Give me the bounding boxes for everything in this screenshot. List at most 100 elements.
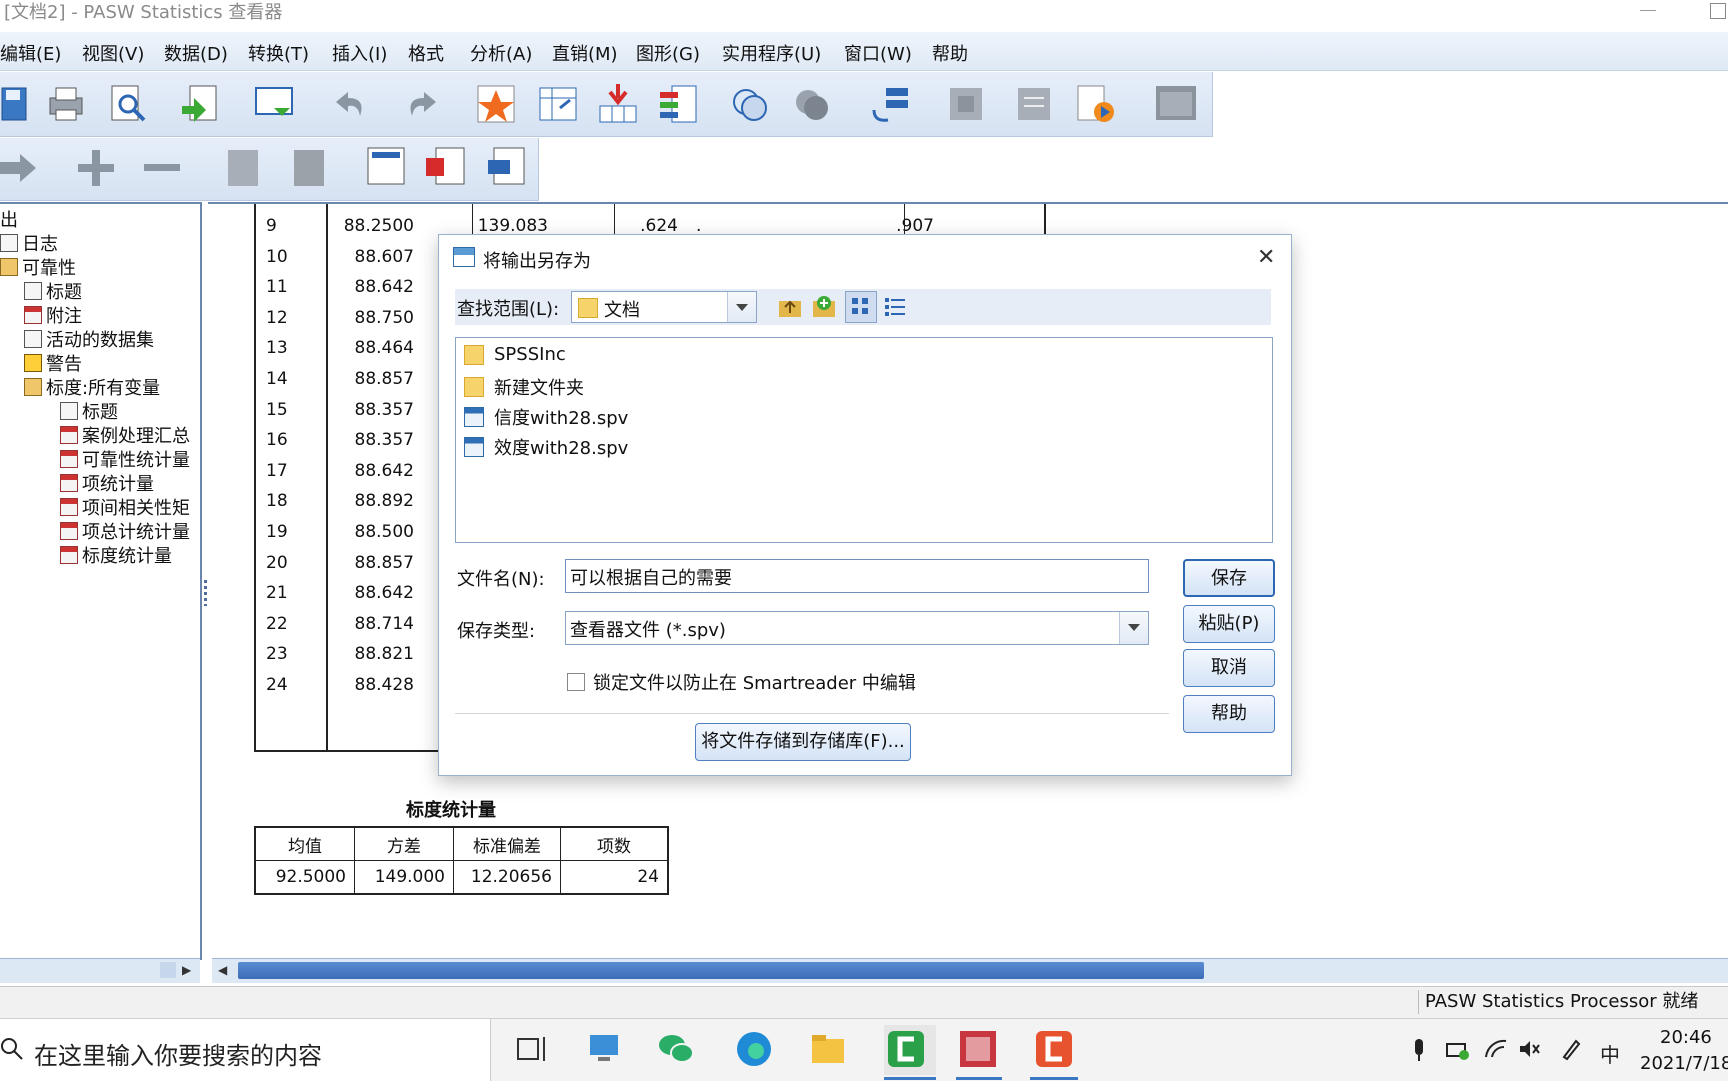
tree-horizontal-scrollbar[interactable]: ▶ xyxy=(0,958,200,983)
menu-insert[interactable]: 插入(I) xyxy=(332,40,387,66)
splitter-grip[interactable] xyxy=(204,580,207,606)
insert-title-icon[interactable] xyxy=(424,144,468,188)
store-to-repository-button[interactable]: 将文件存储到存储库(F)... xyxy=(695,723,911,761)
variables-icon[interactable] xyxy=(596,82,640,126)
tree-node-title[interactable]: 标题 xyxy=(24,278,82,304)
insert-text-icon[interactable] xyxy=(486,144,530,188)
menu-analyze[interactable]: 分析(A) xyxy=(470,40,532,66)
minimize-button[interactable] xyxy=(1640,10,1656,11)
menu-view[interactable]: 视图(V) xyxy=(82,40,144,66)
save-icon[interactable] xyxy=(0,82,44,126)
ime-indicator[interactable]: 中 xyxy=(1600,1039,1620,1068)
file-item-folder[interactable]: 新建文件夹 xyxy=(464,374,584,400)
arrow-right-icon[interactable] xyxy=(0,146,44,190)
tree-node-reliability[interactable]: 可靠性 xyxy=(0,254,76,280)
print-icon[interactable] xyxy=(44,82,88,126)
clock-time[interactable]: 20:46 xyxy=(1660,1027,1712,1048)
goto-data-icon[interactable] xyxy=(474,82,518,126)
details-view-icon[interactable] xyxy=(883,295,907,319)
file-item-spv[interactable]: 效度with28.spv xyxy=(464,434,628,460)
export-icon[interactable] xyxy=(178,82,222,126)
undo-icon[interactable] xyxy=(330,82,374,126)
edit-icon[interactable] xyxy=(1012,82,1056,126)
chevron-down-icon[interactable] xyxy=(1119,612,1148,644)
microphone-icon[interactable] xyxy=(1410,1037,1428,1063)
tree-node-warnings[interactable]: 警告 xyxy=(24,350,82,376)
lock-file-checkbox[interactable] xyxy=(567,673,585,691)
file-item-spv[interactable]: 信度with28.spv xyxy=(464,404,628,430)
taskbar-search[interactable]: 在这里输入你要搜索的内容 xyxy=(0,1019,491,1081)
menu-edit[interactable]: 编辑(E) xyxy=(0,40,61,66)
tree-node-scale-all-vars[interactable]: 标度:所有变量 xyxy=(24,374,160,400)
tree-node-case-summary[interactable]: 案例处理汇总 xyxy=(60,422,190,448)
new-folder-icon[interactable] xyxy=(811,293,837,319)
look-in-select[interactable]: 文档 xyxy=(571,291,757,323)
designate-window-icon[interactable] xyxy=(1154,82,1198,126)
wifi-icon[interactable] xyxy=(1484,1037,1508,1061)
find-icon[interactable] xyxy=(656,82,700,126)
insert-heading-icon[interactable] xyxy=(364,144,408,188)
file-list[interactable]: SPSSInc 新建文件夹 信度with28.spv 效度with28.spv xyxy=(455,337,1273,543)
pen-icon[interactable] xyxy=(1560,1037,1582,1061)
tree-node-inter-item-corr[interactable]: 项间相关性矩 xyxy=(60,494,190,520)
print-preview-icon[interactable] xyxy=(106,82,150,126)
output-horizontal-scrollbar[interactable]: ◀ xyxy=(212,958,1728,983)
tree-node-item-stats[interactable]: 项统计量 xyxy=(60,470,154,496)
tree-node-scale-stats[interactable]: 标度统计量 xyxy=(60,542,172,568)
collapse-minus-icon[interactable] xyxy=(140,146,184,190)
tree-node-title-2[interactable]: 标题 xyxy=(60,398,118,424)
clock-date[interactable]: 2021/7/18 xyxy=(1640,1053,1728,1074)
spss-icon[interactable] xyxy=(958,1029,998,1069)
tree-node-item-total-stats[interactable]: 项总计统计量 xyxy=(60,518,190,544)
tree-node-notes[interactable]: 附注 xyxy=(24,302,82,328)
edge-browser-icon[interactable] xyxy=(734,1029,774,1069)
wechat-icon[interactable] xyxy=(656,1029,696,1069)
menu-format[interactable]: 格式 xyxy=(408,40,444,66)
help-button[interactable]: 帮助 xyxy=(1183,695,1275,733)
battery-icon[interactable] xyxy=(1446,1039,1470,1061)
close-icon[interactable]: ✕ xyxy=(1257,245,1275,270)
up-folder-icon[interactable] xyxy=(777,295,803,319)
tree-node-output[interactable]: 出 xyxy=(0,206,18,232)
computer-icon[interactable] xyxy=(584,1029,624,1069)
paste-button[interactable]: 粘贴(P) xyxy=(1183,605,1275,643)
menu-window[interactable]: 窗口(W) xyxy=(844,40,912,66)
menu-transform[interactable]: 转换(T) xyxy=(248,40,309,66)
camtasia-green-icon[interactable] xyxy=(886,1029,926,1069)
maximize-button[interactable] xyxy=(1710,3,1726,19)
goto-case-icon[interactable] xyxy=(536,82,580,126)
show-icon[interactable] xyxy=(222,146,266,190)
file-explorer-icon[interactable] xyxy=(808,1029,848,1069)
filename-input[interactable]: 可以根据自己的需要 xyxy=(565,559,1149,593)
run-script-icon[interactable] xyxy=(1074,82,1118,126)
expand-plus-icon[interactable] xyxy=(74,146,118,190)
redo-icon[interactable] xyxy=(398,82,442,126)
save-type-select[interactable]: 查看器文件 (*.spv) xyxy=(565,611,1149,645)
tree-node-active-dataset[interactable]: 活动的数据集 xyxy=(24,326,154,352)
scroll-thumb[interactable] xyxy=(238,962,1204,979)
value-labels-icon[interactable] xyxy=(868,82,912,126)
scroll-right-arrow-icon[interactable]: ▶ xyxy=(182,963,191,977)
list-view-toggle[interactable] xyxy=(845,291,877,323)
menu-graphs[interactable]: 图形(G) xyxy=(636,40,700,66)
pivot-icon[interactable] xyxy=(944,82,988,126)
cancel-button[interactable]: 取消 xyxy=(1183,649,1275,687)
task-view-icon[interactable] xyxy=(512,1029,552,1069)
save-button[interactable]: 保存 xyxy=(1183,559,1275,597)
menu-help[interactable]: 帮助 xyxy=(932,40,968,66)
menu-utilities[interactable]: 实用程序(U) xyxy=(722,40,821,66)
scroll-left-arrow-icon[interactable]: ◀ xyxy=(218,963,227,977)
file-item-folder[interactable]: SPSSInc xyxy=(464,344,566,365)
weight-cases-icon[interactable] xyxy=(790,82,834,126)
volume-muted-icon[interactable] xyxy=(1518,1037,1542,1061)
recall-dialog-icon[interactable] xyxy=(252,82,296,126)
hide-icon[interactable] xyxy=(288,146,332,190)
menu-direct-marketing[interactable]: 直销(M) xyxy=(552,40,618,66)
camtasia-red-icon[interactable] xyxy=(1034,1029,1074,1069)
menu-data[interactable]: 数据(D) xyxy=(164,40,228,66)
tree-node-log[interactable]: 日志 xyxy=(0,230,58,256)
select-cases-icon[interactable] xyxy=(728,82,772,126)
scroll-thumb[interactable] xyxy=(160,962,176,978)
tree-node-reliability-stats[interactable]: 可靠性统计量 xyxy=(60,446,190,472)
chevron-down-icon[interactable] xyxy=(727,292,756,322)
